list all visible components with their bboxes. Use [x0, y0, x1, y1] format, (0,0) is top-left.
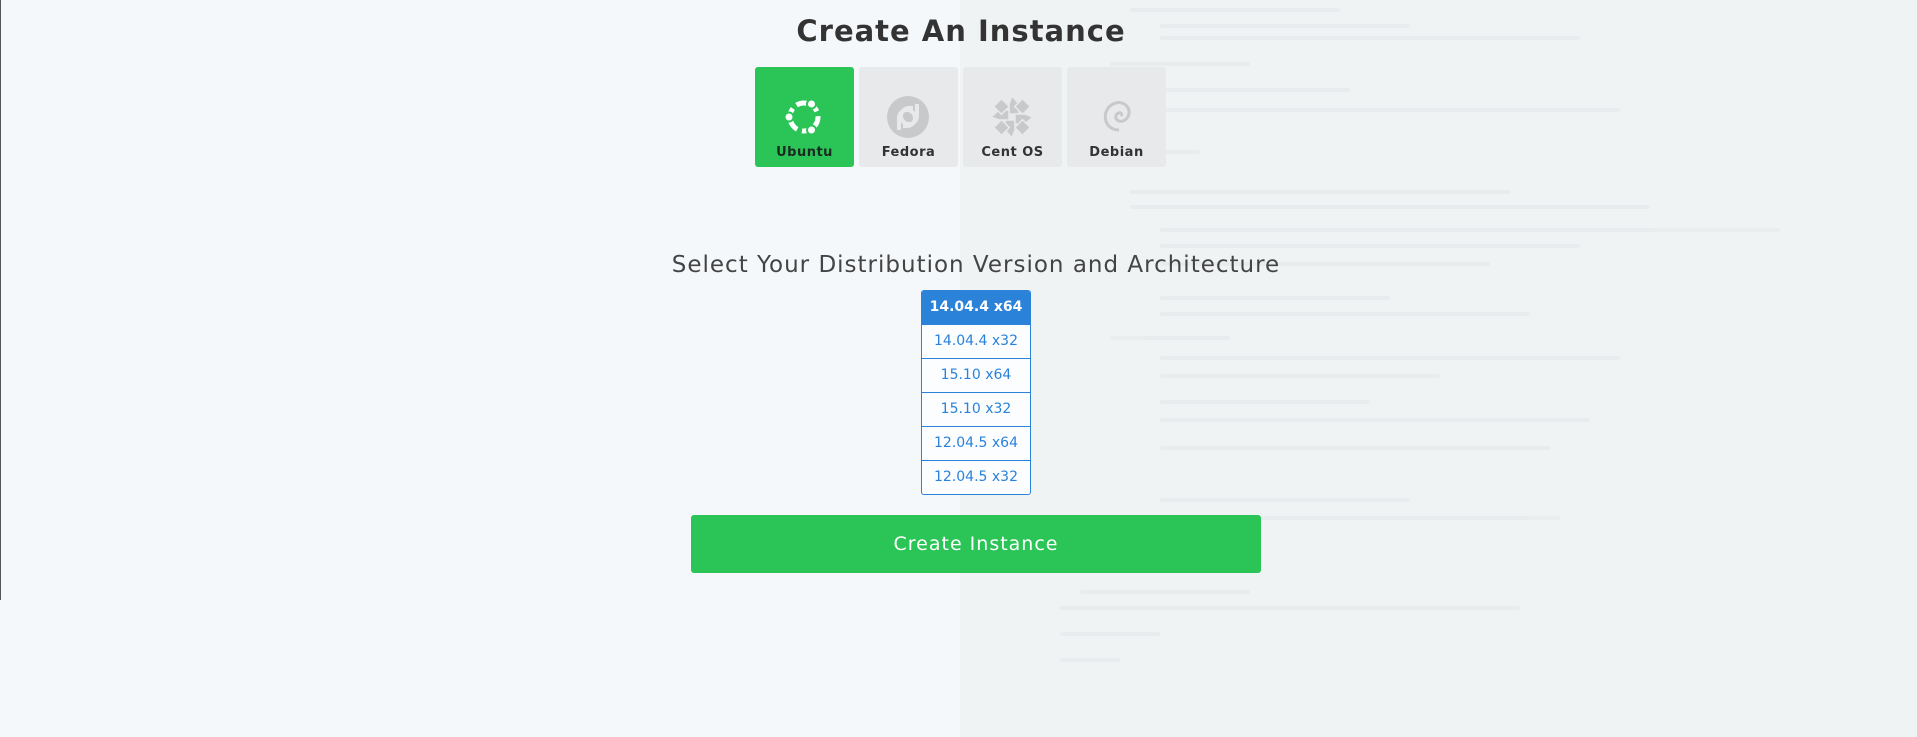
version-option[interactable]: 15.10 x64	[922, 358, 1030, 392]
debian-logo-icon	[1103, 101, 1131, 132]
page-title: Create An Instance	[796, 14, 1126, 48]
distro-label: Ubuntu	[776, 145, 833, 160]
centos-logo-icon	[989, 94, 1035, 140]
distro-label: Debian	[1089, 145, 1144, 160]
version-option[interactable]: 15.10 x32	[922, 392, 1030, 426]
version-list: 14.04.4 x64 14.04.4 x32 15.10 x64 15.10 …	[921, 290, 1031, 495]
ubuntu-logo-icon	[783, 98, 821, 136]
distro-label: Cent OS	[981, 145, 1044, 160]
distro-card-fedora[interactable]: Fedora	[859, 67, 958, 167]
version-option[interactable]: 14.04.4 x64	[922, 291, 1030, 324]
distro-card-debian[interactable]: Debian	[1067, 67, 1166, 167]
version-option[interactable]: 14.04.4 x32	[922, 324, 1030, 358]
version-option[interactable]: 12.04.5 x32	[922, 460, 1030, 494]
distro-card-centos[interactable]: Cent OS	[963, 67, 1062, 167]
distribution-selector: Ubuntu Fedora Cent OS Debian	[755, 67, 1166, 167]
window-edge	[0, 0, 1, 600]
version-option[interactable]: 12.04.5 x64	[922, 426, 1030, 460]
background-text-pattern	[1050, 0, 1870, 737]
fedora-logo-icon	[887, 96, 929, 138]
version-section-title: Select Your Distribution Version and Arc…	[671, 252, 1281, 278]
create-instance-button[interactable]: Create Instance	[691, 515, 1261, 573]
distro-label: Fedora	[881, 145, 936, 160]
distro-card-ubuntu[interactable]: Ubuntu	[755, 67, 854, 167]
